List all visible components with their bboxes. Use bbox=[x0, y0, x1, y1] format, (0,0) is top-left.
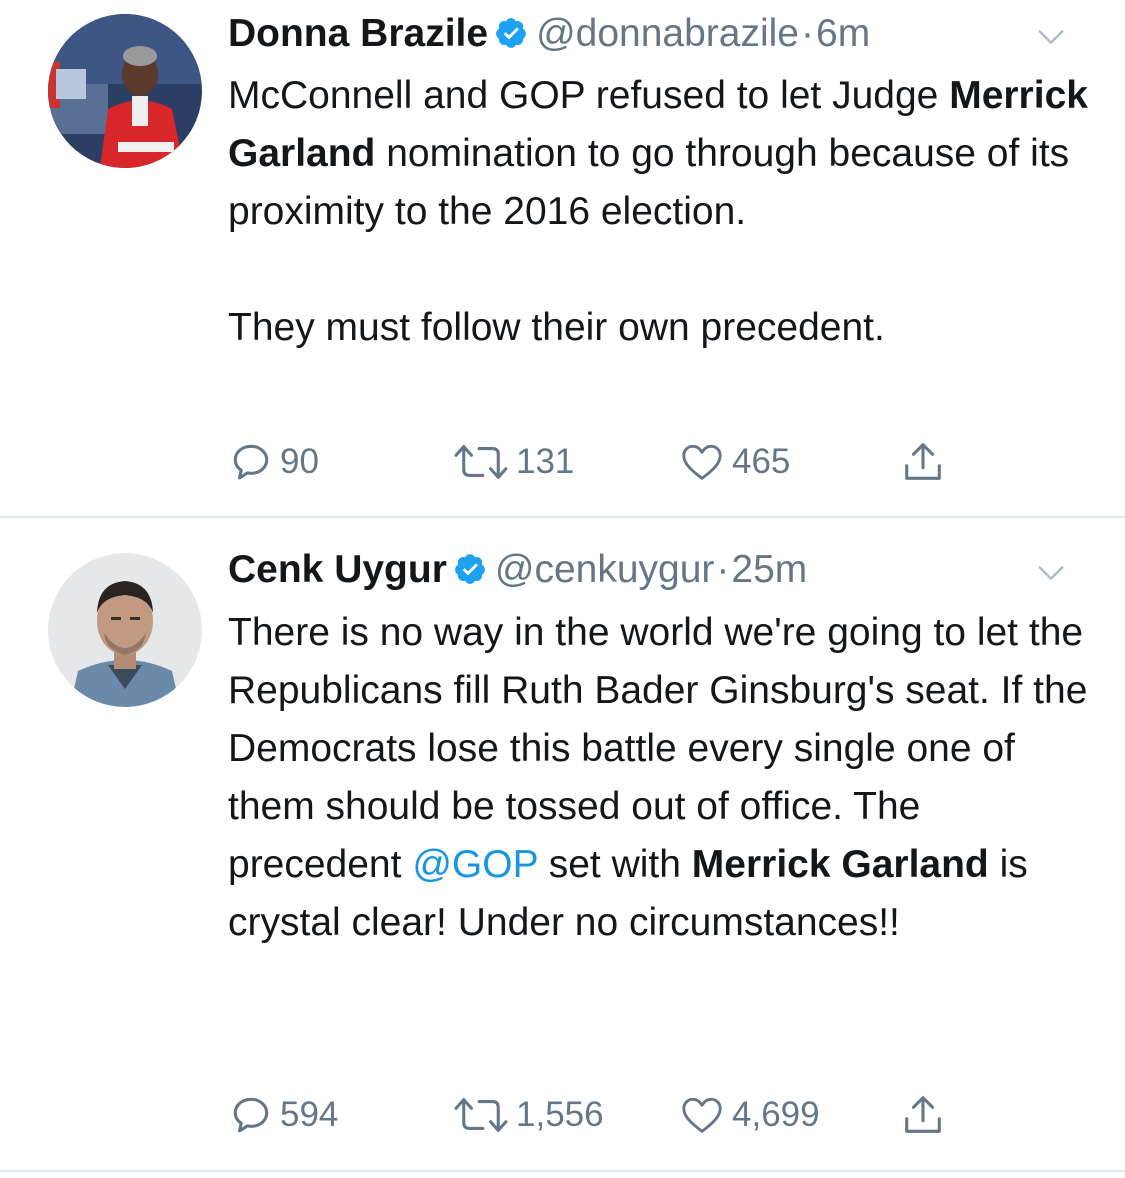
reply-count: 90 bbox=[280, 442, 319, 481]
verified-badge-icon bbox=[494, 16, 528, 55]
reply-icon bbox=[233, 1097, 269, 1133]
tweet-paragraph: They must follow their own precedent. bbox=[228, 306, 885, 349]
retweet-count: 131 bbox=[516, 442, 575, 481]
like-count: 465 bbox=[732, 442, 791, 481]
retweet-button[interactable]: 1,556 bbox=[452, 1090, 604, 1140]
share-icon bbox=[905, 1096, 941, 1133]
bold-text: Merrick bbox=[691, 843, 831, 886]
avatar[interactable] bbox=[48, 553, 202, 707]
reply-count: 594 bbox=[280, 1095, 339, 1134]
reply-button[interactable]: 90 bbox=[228, 437, 319, 487]
timestamp[interactable]: 25m bbox=[731, 548, 807, 591]
retweet-button[interactable]: 131 bbox=[452, 437, 574, 487]
like-button[interactable]: 4,699 bbox=[678, 1090, 820, 1140]
tweet-actions: 594 1,556 4,699 bbox=[228, 1090, 988, 1140]
tweet-cenk-uygur[interactable]: Cenk Uygur @cenkuygur·25m There is no way… bbox=[0, 517, 1125, 1170]
share-icon bbox=[905, 443, 941, 480]
tweet-text: There is no way in the world we're going… bbox=[228, 611, 1088, 944]
share-button[interactable] bbox=[900, 1090, 946, 1140]
tweet-text: McConnell and GOP refused to let Judge M… bbox=[228, 67, 1088, 357]
share-button[interactable] bbox=[900, 437, 946, 487]
tweet-header: Donna Brazile @donnabrazile·6m bbox=[228, 12, 1067, 58]
verified-badge-icon bbox=[453, 552, 487, 591]
chevron-down-icon[interactable] bbox=[1034, 556, 1068, 595]
handle[interactable]: @cenkuygur bbox=[495, 548, 715, 591]
mention-link[interactable]: @GOP bbox=[412, 843, 538, 886]
reply-icon bbox=[233, 444, 269, 480]
retweet-icon bbox=[454, 1098, 508, 1132]
separator: · bbox=[801, 12, 814, 55]
retweet-icon bbox=[454, 445, 508, 479]
separator: · bbox=[716, 548, 730, 591]
tweet-actions: 90 131 465 bbox=[228, 437, 988, 487]
like-count: 4,699 bbox=[732, 1095, 820, 1134]
retweet-count: 1,556 bbox=[516, 1095, 604, 1134]
handle[interactable]: @donnabrazile bbox=[536, 12, 799, 55]
display-name[interactable]: Cenk Uygur bbox=[228, 548, 447, 591]
bold-text: Garland bbox=[841, 843, 989, 886]
display-name[interactable]: Donna Brazile bbox=[228, 12, 488, 55]
like-button[interactable]: 465 bbox=[678, 437, 790, 487]
reply-button[interactable]: 594 bbox=[228, 1090, 338, 1140]
avatar[interactable] bbox=[48, 14, 202, 168]
timestamp[interactable]: 6m bbox=[816, 12, 870, 55]
tweet-header: Cenk Uygur @cenkuygur·25m bbox=[228, 548, 1067, 594]
heart-icon bbox=[682, 1097, 722, 1133]
heart-icon bbox=[682, 444, 722, 480]
tweet-donna-brazile[interactable]: Donna Brazile @donnabrazile·6m McConnell … bbox=[0, 0, 1125, 516]
tweet-divider bbox=[0, 1170, 1125, 1172]
chevron-down-icon[interactable] bbox=[1034, 20, 1068, 59]
